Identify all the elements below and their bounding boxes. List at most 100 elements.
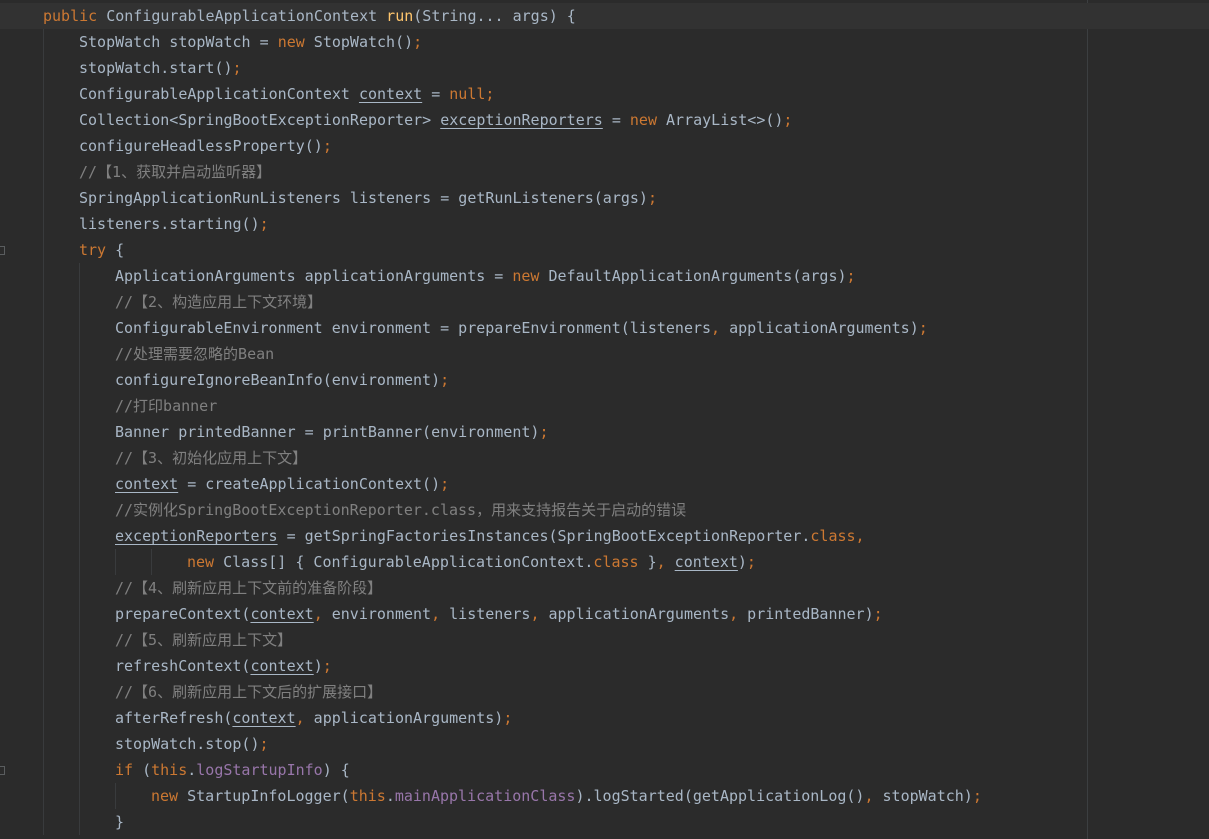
indent-guide [79, 289, 80, 315]
code-token: context [674, 553, 738, 571]
code-token: environment [322, 605, 432, 623]
code-token: ; [972, 787, 982, 805]
indent-guide [151, 549, 152, 575]
code-line[interactable]: //【6、刷新应用上下文后的扩展接口】 [0, 679, 1209, 705]
code-line[interactable]: refreshContext(context); [0, 653, 1209, 679]
code-line[interactable]: try { [0, 237, 1209, 263]
code-token: ConfigurableApplicationContext [79, 85, 359, 103]
code-line[interactable]: exceptionReporters = getSpringFactoriesI… [0, 523, 1209, 549]
code-token: context [115, 475, 179, 493]
code-token: } [638, 553, 657, 571]
code-line[interactable]: new StartupInfoLogger(this.mainApplicati… [0, 783, 1209, 809]
code-token: , [431, 605, 441, 623]
code-token: new [187, 553, 215, 571]
code-token: ; [440, 371, 450, 389]
indent-guide [43, 445, 44, 471]
code-line[interactable]: //【4、刷新应用上下文前的准备阶段】 [0, 575, 1209, 601]
indent-guide [79, 757, 80, 783]
code-token: configureHeadlessProperty() [79, 137, 323, 155]
code-token: //打印banner [115, 397, 218, 415]
code-line[interactable]: //【5、刷新应用上下文】 [0, 627, 1209, 653]
code-line[interactable]: ConfigurableApplicationContext context =… [0, 81, 1209, 107]
code-line[interactable]: prepareContext(context, environment, lis… [0, 601, 1209, 627]
code-line[interactable]: configureIgnoreBeanInfo(environment); [0, 367, 1209, 393]
indent-guide [43, 679, 44, 705]
code-token: = [602, 111, 630, 129]
code-token: ; [322, 657, 332, 675]
code-line[interactable]: Collection<SpringBootExceptionReporter> … [0, 107, 1209, 133]
indent-guide [43, 783, 44, 809]
code-line[interactable]: afterRefresh(context, applicationArgumen… [0, 705, 1209, 731]
indent-guide [79, 783, 80, 809]
code-token: . [385, 787, 395, 805]
code-line[interactable]: stopWatch.stop(); [0, 731, 1209, 757]
code-line[interactable]: //【3、初始化应用上下文】 [0, 445, 1209, 471]
code-token: //【5、刷新应用上下文】 [115, 631, 293, 649]
indent-guide [43, 237, 44, 263]
code-token: //【1、获取并启动监听器】 [79, 163, 272, 181]
code-token: new [151, 787, 179, 805]
code-token: ConfigurableApplicationContext [97, 7, 387, 25]
code-line[interactable]: Banner printedBanner = printBanner(envir… [0, 419, 1209, 445]
code-line[interactable]: configureHeadlessProperty(); [0, 133, 1209, 159]
code-line-text: refreshContext(context); [115, 653, 332, 679]
code-line[interactable]: listeners.starting(); [0, 211, 1209, 237]
code-line[interactable]: SpringApplicationRunListeners listeners … [0, 185, 1209, 211]
code-line-text: listeners.starting(); [79, 211, 269, 237]
code-token: ).logStarted(getApplicationLog() [575, 787, 865, 805]
code-token: StopWatch() [304, 33, 414, 51]
code-token: (String... args) { [413, 7, 576, 25]
code-token: ApplicationArguments applicationArgument… [115, 267, 513, 285]
code-token: ; [918, 319, 928, 337]
code-token: printedBanner) [738, 605, 874, 623]
code-area[interactable]: public ConfigurableApplicationContext ru… [0, 3, 1209, 835]
indent-guide [43, 55, 44, 81]
indent-guide [79, 393, 80, 419]
code-line[interactable]: if (this.logStartupInfo) { [0, 757, 1209, 783]
code-line[interactable]: StopWatch stopWatch = new StopWatch(); [0, 29, 1209, 55]
code-line-text: SpringApplicationRunListeners listeners … [79, 185, 657, 211]
indent-guide [43, 627, 44, 653]
code-line[interactable]: //打印banner [0, 393, 1209, 419]
code-line[interactable]: //【2、构造应用上下文环境】 [0, 289, 1209, 315]
code-line-text: StopWatch stopWatch = new StopWatch(); [79, 29, 422, 55]
code-token: this [151, 761, 188, 779]
code-token: listeners.starting() [79, 215, 260, 233]
code-line-text: //实例化SpringBootExceptionReporter.class，用… [115, 497, 686, 523]
code-token: = getSpringFactoriesInstances(SpringBoot… [277, 527, 811, 545]
code-line[interactable]: new Class[] { ConfigurableApplicationCon… [0, 549, 1209, 575]
code-token: configureIgnoreBeanInfo(environment) [115, 371, 441, 389]
code-token: ; [259, 215, 269, 233]
code-line[interactable]: ConfigurableEnvironment environment = pr… [0, 315, 1209, 341]
code-token: new [629, 111, 657, 129]
indent-guide [115, 783, 116, 809]
code-token: applicationArguments) [720, 319, 919, 337]
code-line[interactable]: //处理需要忽略的Bean [0, 341, 1209, 367]
code-line[interactable]: //实例化SpringBootExceptionReporter.class，用… [0, 497, 1209, 523]
code-line[interactable]: } [0, 809, 1209, 835]
code-token: Collection<SpringBootExceptionReporter> [79, 111, 441, 129]
indent-guide [79, 549, 80, 575]
code-line[interactable]: context = createApplicationContext(); [0, 471, 1209, 497]
indent-guide [43, 523, 44, 549]
code-token: ; [413, 33, 423, 51]
indent-guide [79, 445, 80, 471]
code-token: , [295, 709, 305, 727]
indent-guide [43, 263, 44, 289]
code-line[interactable]: ApplicationArguments applicationArgument… [0, 263, 1209, 289]
code-token: ; [322, 137, 332, 155]
code-token: ConfigurableEnvironment environment = pr… [115, 319, 712, 337]
indent-guide [43, 809, 44, 835]
code-line[interactable]: public ConfigurableApplicationContext ru… [0, 3, 1209, 29]
indent-guide [43, 549, 44, 575]
code-line[interactable]: //【1、获取并启动监听器】 [0, 159, 1209, 185]
code-token: mainApplicationClass [394, 787, 576, 805]
code-token: class, [810, 527, 865, 545]
code-line-text: Banner printedBanner = printBanner(envir… [115, 419, 548, 445]
code-token: ; [539, 423, 549, 441]
code-token: , [711, 319, 721, 337]
code-line[interactable]: stopWatch.start(); [0, 55, 1209, 81]
code-token: refreshContext( [115, 657, 251, 675]
code-editor[interactable]: public ConfigurableApplicationContext ru… [0, 0, 1209, 839]
indent-guide [43, 159, 44, 185]
